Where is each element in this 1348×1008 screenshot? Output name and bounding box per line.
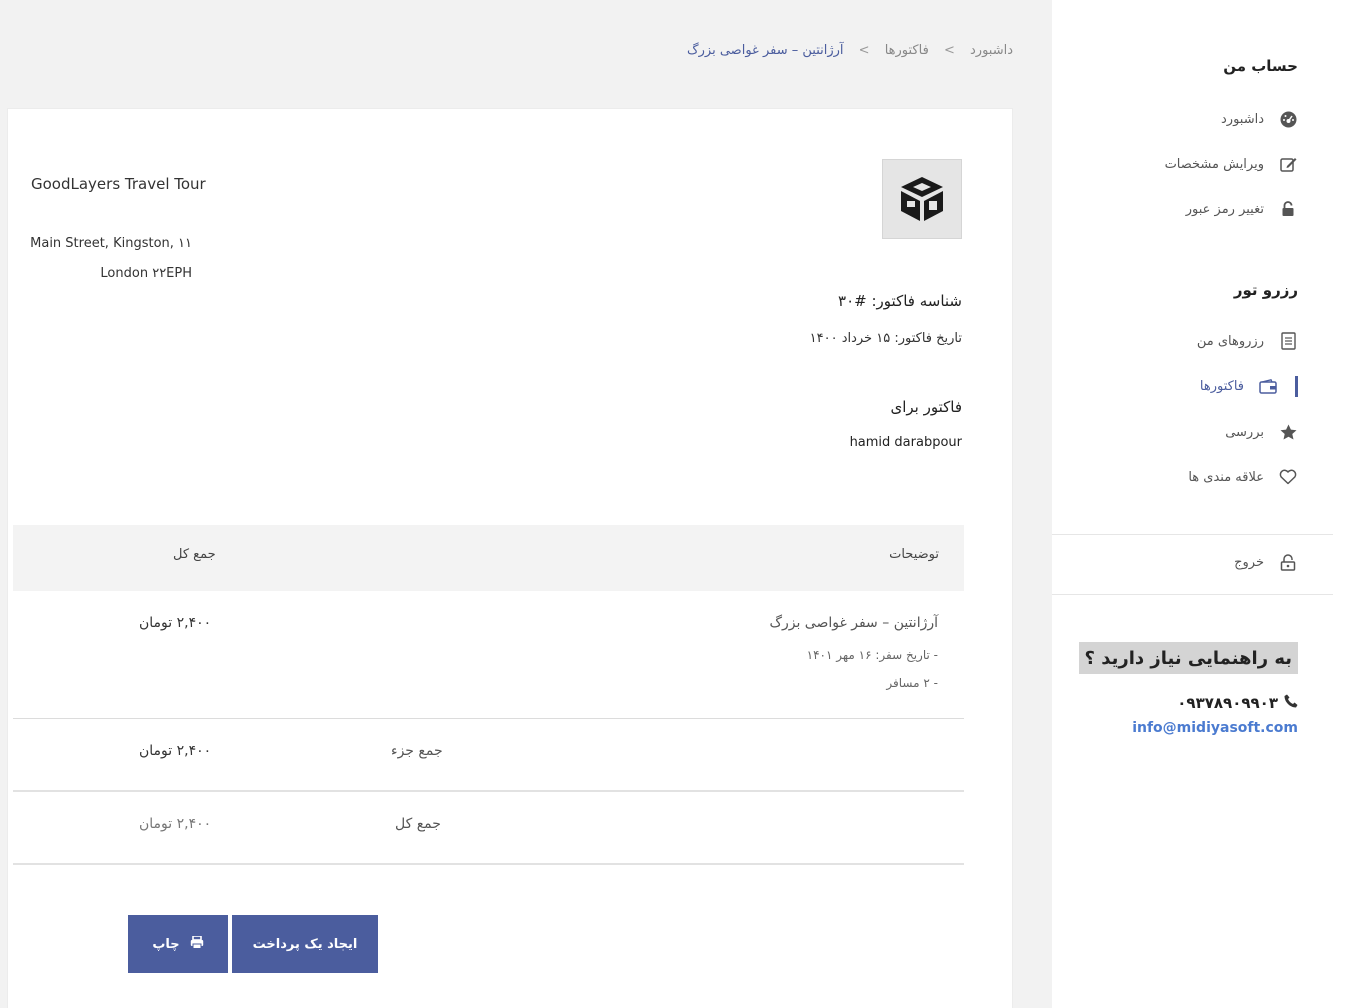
company-logo [882,159,962,239]
breadcrumb-separator: > [943,43,955,58]
divider [13,790,964,792]
account-heading: حساب من [1223,57,1298,75]
make-payment-label: ایجاد یک پرداخت [252,936,358,952]
invoice-card: GoodLayers Travel Tour Main Street, King… [7,108,1013,1008]
sidebar-item-label: تغییر رمز عبور [1185,201,1264,217]
printer-icon [190,934,204,953]
breadcrumb-current: آرژانتین – سفر غواصی بزرگ [687,43,844,58]
divider [13,863,964,865]
sidebar-item-dashboard[interactable]: داشبورد [1221,107,1298,131]
dashboard-icon [1278,109,1298,129]
item-price: ۲,۴۰۰ تومان [139,615,212,631]
unlock-icon [1278,552,1298,572]
booking-heading: رزرو تور [1233,281,1298,299]
sidebar-item-label: ویرایش مشخصات [1164,156,1264,172]
item-travel-date: - تاریخ سفر: ۱۶ مهر ۱۴۰۱ [806,648,938,662]
address-line-1: Main Street, Kingston, ۱۱ [30,236,192,251]
sidebar-item-label: داشبورد [1221,111,1264,127]
sidebar-item-label: خروج [1234,554,1264,570]
wallet-icon [1258,376,1278,396]
breadcrumb-dashboard[interactable]: داشبورد [970,43,1013,58]
divider [1052,534,1333,535]
star-icon [1278,422,1298,442]
help-title: به راهنمایی نیاز دارید ؟ [1078,642,1298,674]
sidebar-item-my-bookings[interactable]: رزروهای من [1197,329,1298,353]
sidebar-item-invoices[interactable]: فاکتورها [1200,374,1278,398]
breadcrumb: داشبورد > فاکتورها > آرژانتین – سفر غواص… [687,43,1013,58]
print-label: چاپ [152,936,180,952]
divider [13,718,964,719]
sidebar-item-reviews[interactable]: بررسی [1225,420,1298,444]
bill-to-title: فاکتور برای [890,398,962,416]
phone-icon [1284,694,1298,712]
address-line-2: London ۲۲EPH [100,266,192,281]
breadcrumb-separator: > [858,43,870,58]
item-travelers: - ۲ مسافر [886,676,938,690]
invoice-date: تاریخ فاکتور: ۱۵ خرداد ۱۴۰۰ [809,331,962,346]
breadcrumb-invoices[interactable]: فاکتورها [885,43,929,58]
sidebar-item-label: بررسی [1225,424,1264,440]
make-payment-button[interactable]: ایجاد یک پرداخت [232,915,378,973]
sidebar-item-label: رزروهای من [1196,333,1264,349]
heart-icon [1278,467,1298,487]
item-title: آرژانتین – سفر غواصی بزرگ [769,615,938,631]
sidebar-item-logout[interactable]: خروج [1234,550,1298,574]
print-button[interactable]: چاپ [128,915,228,973]
total-label: جمع کل [395,816,441,832]
sidebar-item-edit-profile[interactable]: ویرایش مشخصات [1165,152,1298,176]
subtotal-value: ۲,۴۰۰ تومان [139,743,212,759]
sidebar-item-change-password[interactable]: تغییر رمز عبور [1186,197,1298,221]
total-value: ۲,۴۰۰ تومان [139,816,212,832]
company-name: GoodLayers Travel Tour [31,175,206,193]
sidebar-item-label: فاکتورها [1199,378,1244,394]
invoice-id: شناسه فاکتور: #۳۰ [838,292,962,310]
help-phone-number: ۰۹۳۷۸۹۰۹۹۰۳ [1177,694,1278,712]
edit-icon [1278,154,1298,174]
invoice-table-header: توضیحات جمع کل [13,525,964,591]
sidebar: حساب من داشبورد ویرایش مشخصات تغییر رمز … [1052,0,1348,1008]
help-email-link[interactable]: info@midiyasoft.com [1132,720,1298,736]
sidebar-item-wishlist[interactable]: علاقه مندی ها [1188,465,1298,489]
subtotal-label: جمع جزء [391,743,443,759]
sidebar-item-label: علاقه مندی ها [1188,469,1264,485]
help-phone: ۰۹۳۷۸۹۰۹۹۰۳ [1177,694,1298,712]
column-header-description: توضیحات [889,547,939,562]
lock-icon [1278,199,1298,219]
company-address: Main Street, Kingston, ۱۱ London ۲۲EPH [30,229,192,289]
document-icon [1278,331,1298,351]
divider [1052,594,1333,595]
active-indicator [1295,376,1298,397]
bill-to-name: hamid darabpour [849,435,962,450]
logo-mark-icon [901,177,943,221]
column-header-total: جمع کل [173,547,216,562]
main-area: داشبورد > فاکتورها > آرژانتین – سفر غواص… [0,0,1052,1008]
